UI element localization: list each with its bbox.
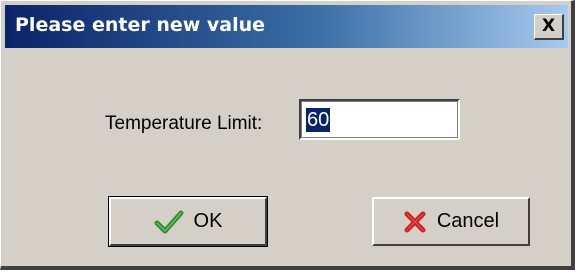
ok-button[interactable]: OK (108, 196, 268, 247)
red-x-icon (403, 210, 427, 234)
close-icon: X (541, 16, 556, 36)
ok-label: OK (193, 210, 223, 232)
cancel-label: Cancel (436, 210, 500, 232)
temperature-limit-input[interactable]: 60 (299, 99, 460, 140)
dialog-window: Please enter new value X Temperature Lim… (0, 0, 575, 270)
input-selected-value[interactable]: 60 (306, 108, 331, 132)
dialog-title: Please enter new value (15, 14, 266, 36)
checkmark-icon (154, 209, 184, 235)
close-button[interactable]: X (534, 14, 564, 40)
title-bar[interactable]: Please enter new value X (5, 5, 568, 48)
temperature-limit-label: Temperature Limit: (105, 113, 263, 134)
cancel-button[interactable]: Cancel (372, 197, 530, 246)
